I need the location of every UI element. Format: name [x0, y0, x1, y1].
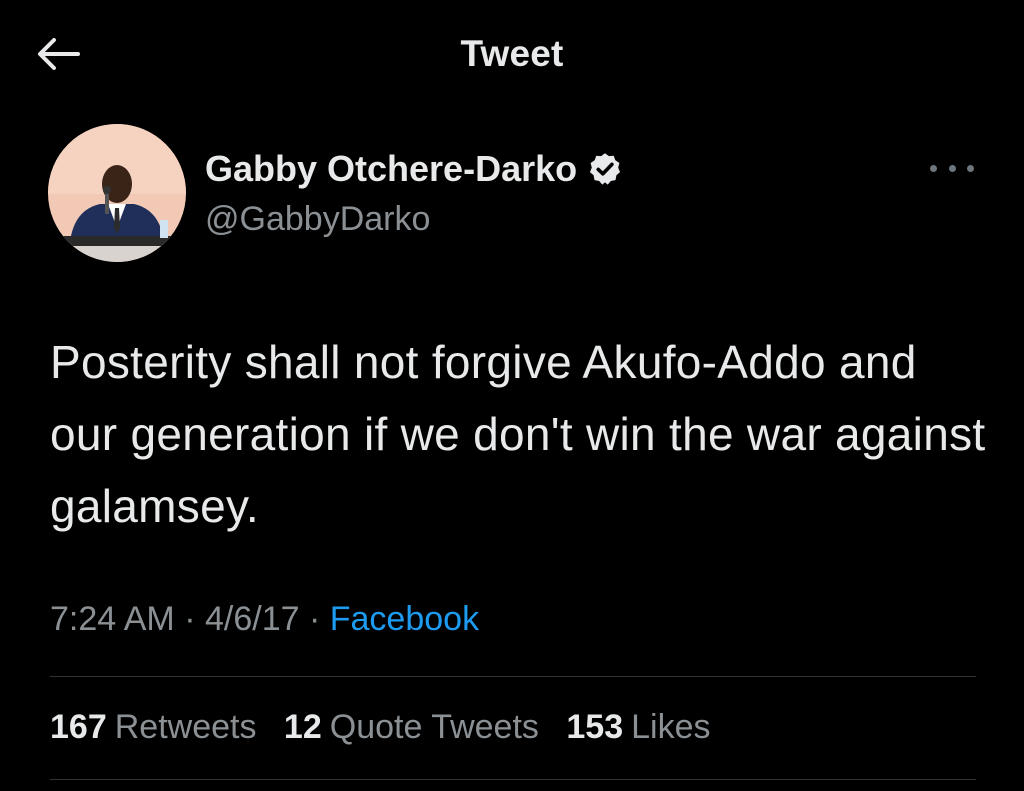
- quote-tweets-label: Quote Tweets: [329, 708, 539, 746]
- avatar[interactable]: [48, 124, 186, 262]
- meta-separator: ·: [308, 600, 321, 638]
- retweets-stat[interactable]: 167 Retweets: [50, 708, 256, 746]
- tweet-stats: 167 Retweets 12 Quote Tweets 153 Likes: [50, 708, 728, 747]
- tweet-text: Posterity shall not forgive Akufo-Addo a…: [50, 336, 986, 532]
- tweet-source-link[interactable]: Facebook: [330, 600, 479, 638]
- avatar-image: [48, 124, 186, 262]
- author-display-name[interactable]: Gabby Otchere-Darko: [205, 148, 623, 190]
- likes-stat[interactable]: 153 Likes: [566, 708, 710, 746]
- likes-count: 153: [566, 708, 624, 746]
- meta-separator: ·: [184, 600, 196, 638]
- top-bar: Tweet: [0, 0, 1024, 108]
- more-horizontal-icon: [930, 164, 937, 172]
- divider: [50, 779, 976, 780]
- page-title: Tweet: [460, 33, 564, 74]
- more-options-button[interactable]: [930, 158, 974, 178]
- tweet-author: Gabby Otchere-Darko @GabbyDarko: [48, 124, 988, 264]
- author-handle[interactable]: @GabbyDarko: [205, 200, 430, 239]
- divider: [50, 676, 976, 677]
- quote-tweets-count: 12: [283, 708, 322, 746]
- likes-label: Likes: [631, 708, 711, 746]
- retweets-label: Retweets: [114, 708, 257, 746]
- author-name-text: Gabby Otchere-Darko: [205, 148, 578, 189]
- tweet-date[interactable]: 4/6/17: [205, 600, 300, 638]
- more-dot: [948, 164, 956, 172]
- more-dot: [967, 164, 974, 172]
- verified-badge-icon: [590, 153, 621, 185]
- tweet-time[interactable]: 7:24 AM: [50, 600, 175, 638]
- tweet-meta: 7:24 AM · 4/6/17 · Facebook: [50, 600, 479, 639]
- quote-tweets-stat[interactable]: 12 Quote Tweets: [284, 708, 539, 746]
- retweets-count: 167: [50, 708, 107, 746]
